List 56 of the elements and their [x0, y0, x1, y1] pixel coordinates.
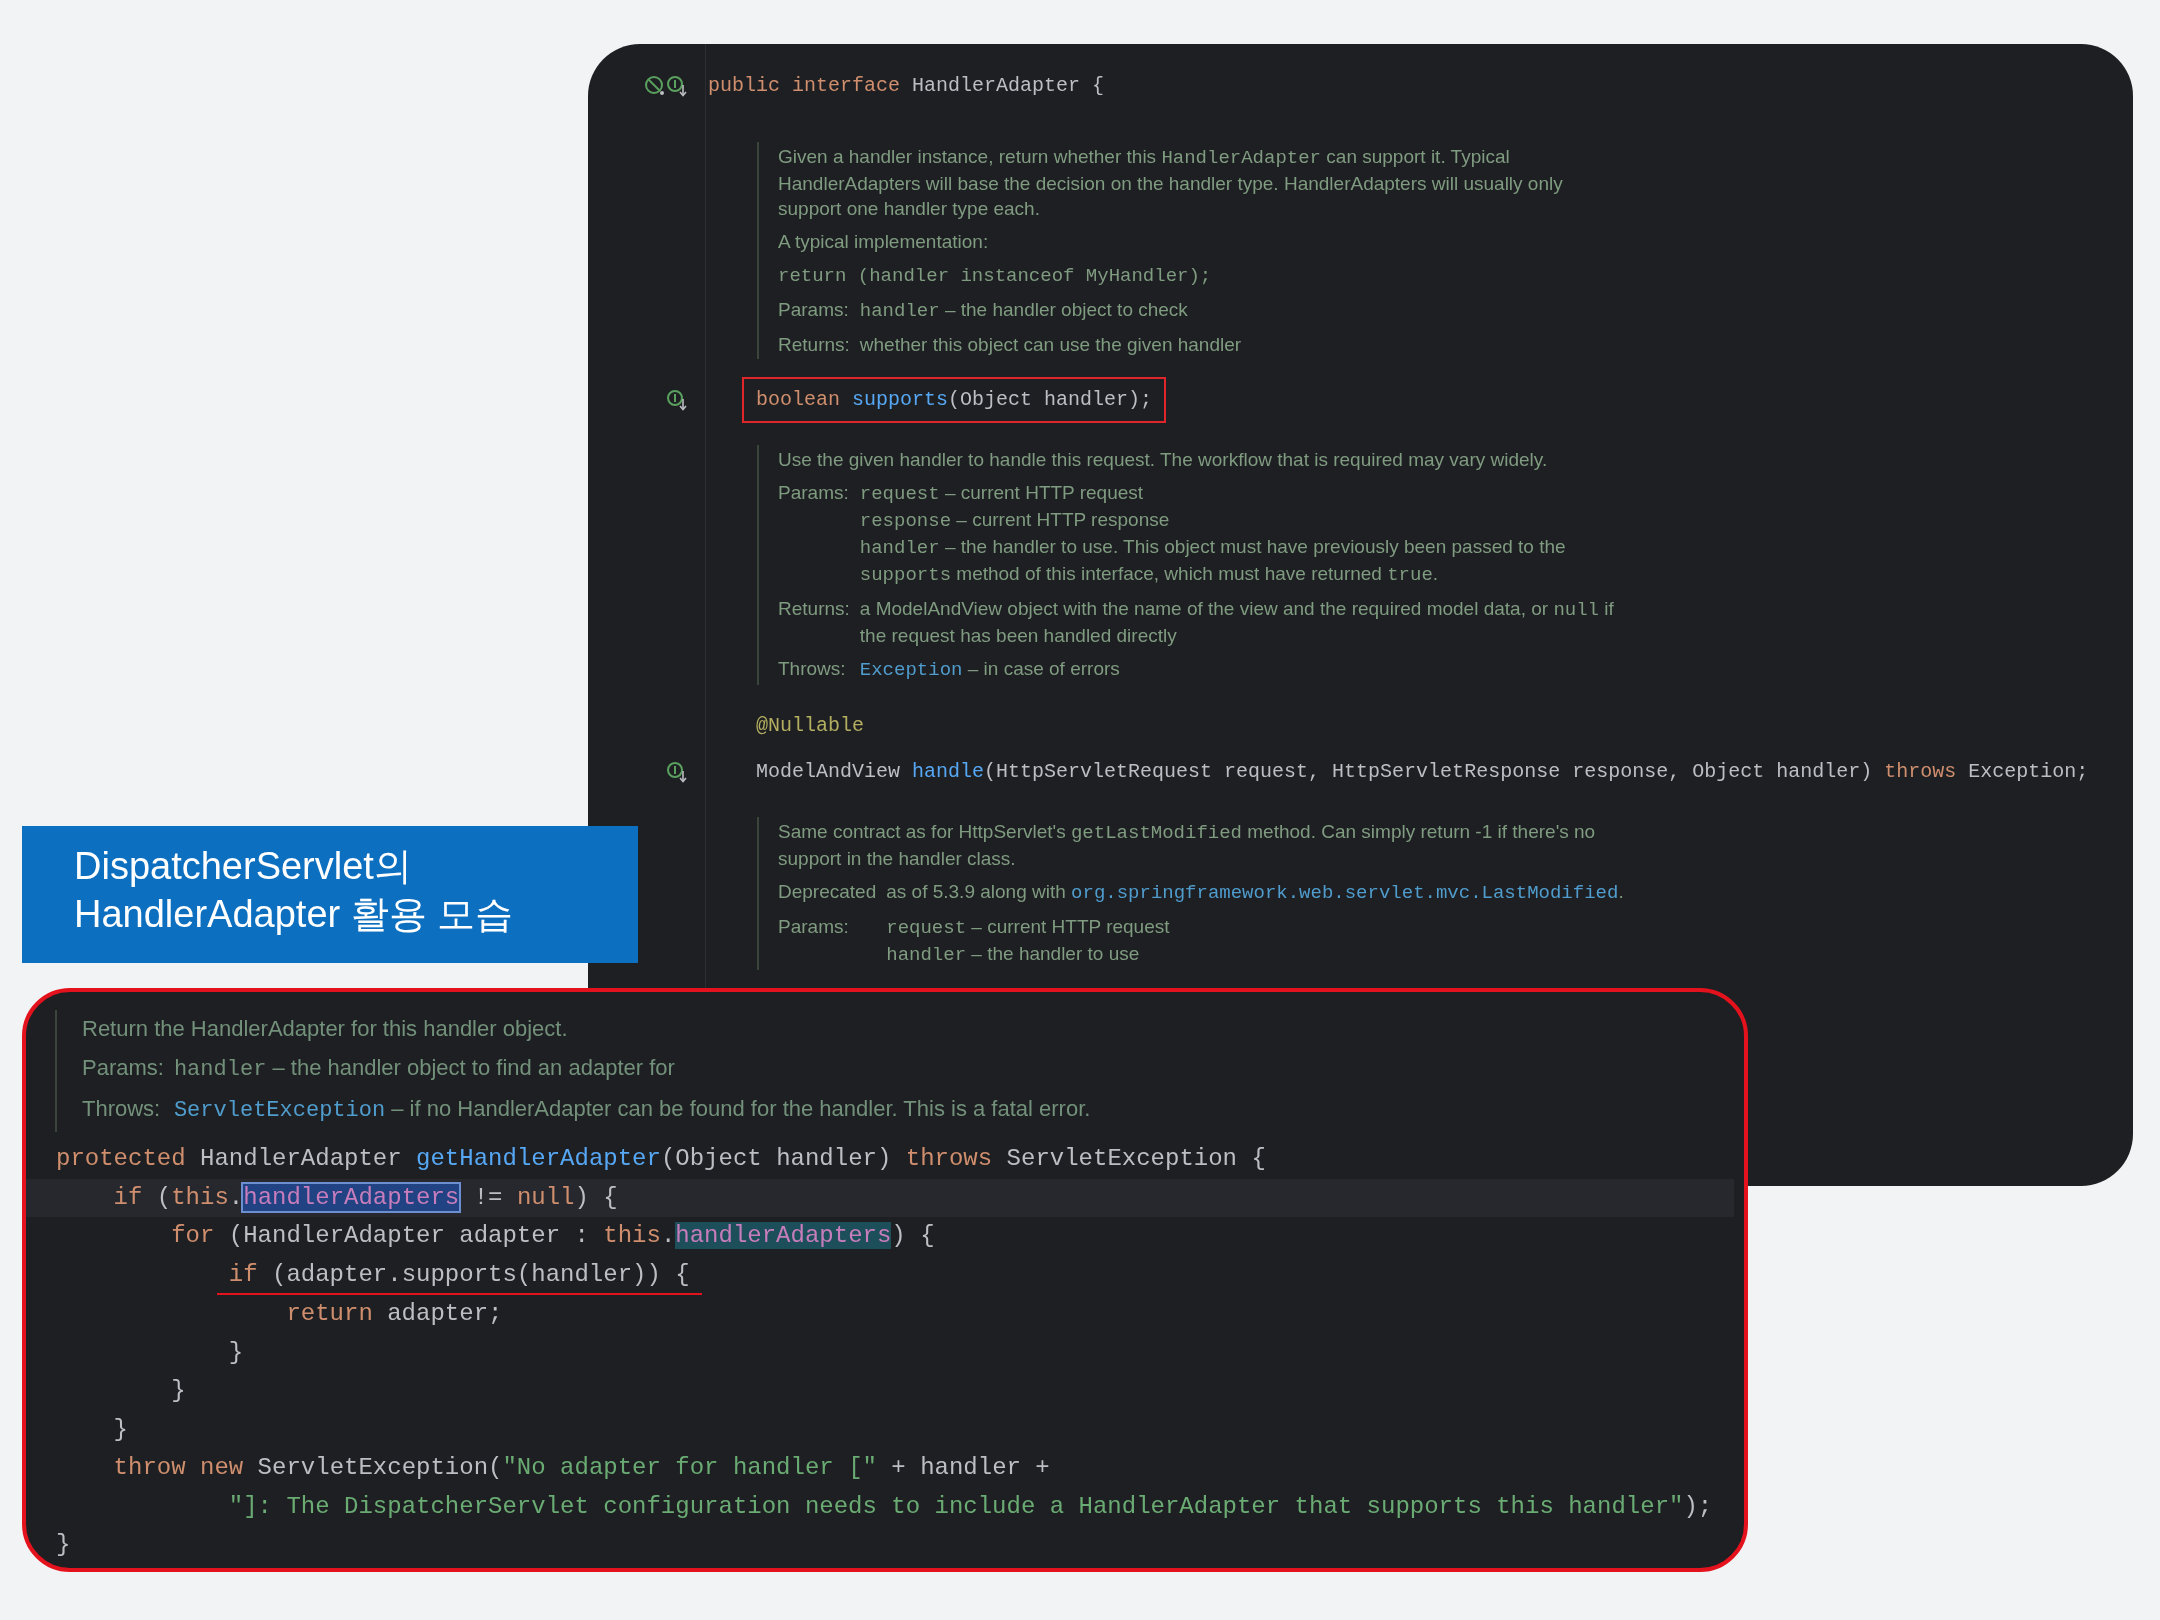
code-line: public interface HandlerAdapter {: [708, 73, 1105, 99]
doc-text: request – current HTTP request: [859, 481, 1145, 507]
doc-text: supports method of this interface, which must have returned true.: [859, 562, 1440, 588]
code-line: "]: The DispatcherServlet configuration needs to include a HandlerAdapter that supports this handler");: [227, 1491, 1714, 1522]
doc-text: as of 5.3.9 along with org.springframework.web.servlet.mvc.LastModified.: [886, 880, 1624, 906]
doc-text: support one handler type each.: [778, 197, 1041, 221]
caption-text: HandlerAdapter 활용 모습: [74, 892, 514, 937]
circle-down-arrow-icon[interactable]: [666, 75, 688, 97]
doc-text: request – current HTTP request: [886, 915, 1171, 941]
code-line: }: [170, 1376, 187, 1406]
doc-text: handler – the handler object to find an adapter for: [173, 1054, 676, 1084]
code-line: return adapter;: [285, 1299, 504, 1329]
code-line: ModelAndView handle(HttpServletRequest request, HttpServletResponse response, Object handler) throws Exception;: [755, 759, 2090, 785]
doc-text: ServletException – if no HandlerAdapter can be found for the handler. This is a fatal error.: [173, 1095, 1092, 1125]
doc-label: Params:: [778, 481, 850, 505]
doc-label: Returns:: [778, 597, 850, 621]
doc-text: handler – the handler object to check: [859, 298, 1189, 324]
highlighted-text: handlerAdapters: [675, 1222, 892, 1249]
doc-text: Exception – in case of errors: [859, 657, 1121, 683]
circle-down-arrow-icon[interactable]: [666, 389, 688, 411]
code-line: @Nullable: [755, 713, 866, 739]
code-line: }: [227, 1337, 245, 1368]
code-line: for (HandlerAdapter adapter : this.handlerAdapters) {: [170, 1221, 936, 1251]
doc-text: a ModelAndView object with the name of the view and the required model data, or null if: [859, 597, 1614, 623]
doc-link[interactable]: org.springframework.web.servlet.mvc.LastModified: [1071, 882, 1619, 904]
doc-label: Deprecated: [778, 880, 877, 904]
doc-label: Returns:: [778, 333, 850, 357]
code-line: }: [55, 1530, 72, 1560]
doc-label: Throws:: [82, 1095, 162, 1123]
circle-down-arrow-icon[interactable]: [666, 761, 688, 783]
doc-text: handler – the handler to use: [886, 942, 1141, 968]
doc-link[interactable]: ServletException: [173, 1098, 386, 1123]
doc-text: the request has been handled directly: [859, 624, 1178, 648]
doc-text: return (handler instanceof MyHandler);: [778, 264, 1213, 289]
selected-text: handlerAdapters: [243, 1183, 460, 1211]
doc-text: handler – the handler to use. This object must have previously been passed to the: [859, 535, 1567, 561]
code-line: if (adapter.supports(handler)) {: [26, 1255, 1734, 1295]
code-line: protected HandlerAdapter getHandlerAdapter(Object handler) throws ServletException {: [55, 1144, 1267, 1174]
code-line: }: [112, 1414, 129, 1445]
doc-link[interactable]: Exception: [859, 659, 963, 681]
code-line: throw new ServletException("No adapter for handler [" + handler +: [112, 1453, 1051, 1483]
doc-text: support in the handler class.: [778, 847, 1017, 871]
doc-text: Return the HandlerAdapter for this handler object.: [82, 1015, 569, 1043]
doc-text: A typical implementation:: [778, 230, 990, 254]
doc-label: Params:: [82, 1054, 164, 1082]
doc-text: HandlerAdapters will base the decision on the handler type. HandlerAdapters will usually only: [778, 172, 1563, 196]
doc-text: Same contract as for HttpServlet's getLastModified method. Can simply return -1 if there's no: [778, 820, 1597, 846]
doc-label: Params:: [778, 298, 850, 322]
doc-text: Given a handler instance, return whether this HandlerAdapter can support it. Typical: [778, 145, 1511, 171]
doc-label: Throws:: [778, 657, 847, 681]
doc-text: whether this object can use the given handler: [859, 333, 1243, 357]
doc-text: response – current HTTP response: [859, 508, 1171, 534]
doc-label: Params:: [778, 915, 850, 939]
prohibition-icon[interactable]: [644, 75, 666, 97]
doc-text: Use the given handler to handle this request. The workflow that is required may vary widely.: [778, 448, 1549, 472]
caption-text: DispatcherServlet의: [74, 844, 412, 889]
